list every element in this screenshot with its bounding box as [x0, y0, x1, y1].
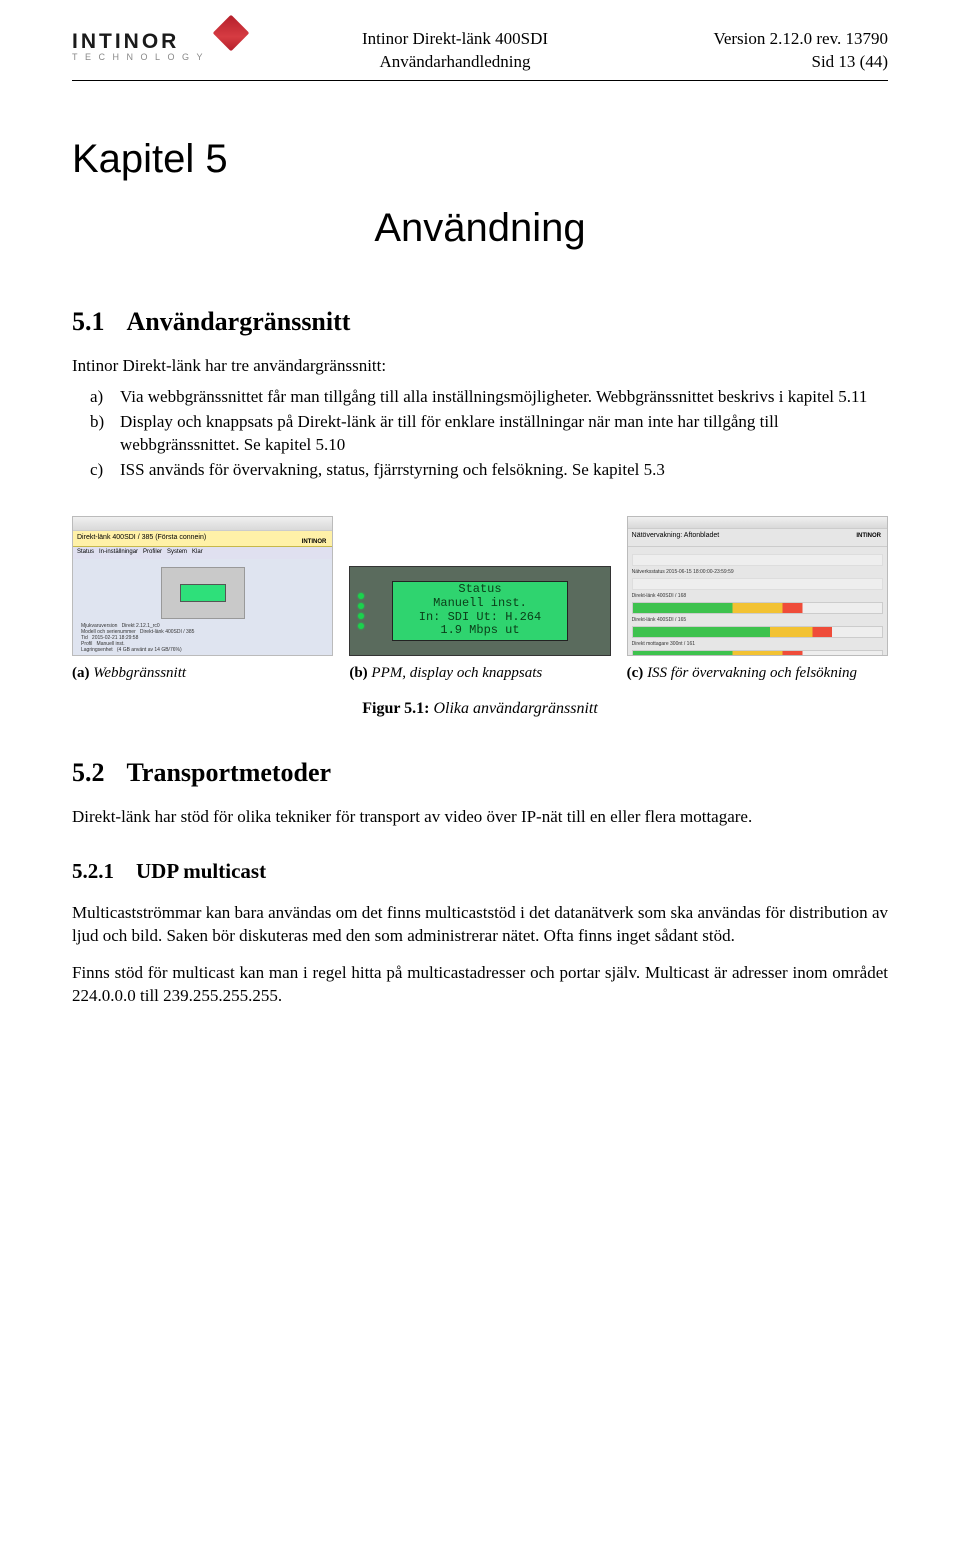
- section-5-2-heading: 5.2 Transportmetoder: [72, 758, 888, 788]
- doc-title: Intinor Direkt-länk 400SDI: [242, 28, 668, 51]
- figure-c-row-label: Nätverksstatus 2015-06-15 18:00:00-23:59…: [632, 569, 883, 575]
- list-item: b) Display och knappsats på Direkt-länk …: [90, 411, 888, 457]
- figure-a-banner: Direkt-länk 400SDI / 385 (Första connein…: [73, 531, 332, 547]
- figure-a-image: Direkt-länk 400SDI / 385 (Första connein…: [72, 516, 333, 656]
- figure-label: (a): [72, 665, 90, 681]
- figure-caption-text: ISS för övervakning och felsökning: [647, 665, 857, 681]
- section-5-1-list: a) Via webbgränssnittet får man tillgång…: [90, 386, 888, 482]
- figure-title: Olika användargränssnitt: [433, 700, 597, 717]
- lcd-line: 1.9 Mbps ut: [393, 624, 567, 638]
- lcd-line: Status: [393, 583, 567, 597]
- section-title: Användargränssnitt: [127, 307, 351, 337]
- section-5-2-1-para2: Finns stöd för multicast kan man i regel…: [72, 962, 888, 1008]
- figure-c-title: Nätövervakning: Aftonbladet: [628, 529, 887, 547]
- section-5-1-heading: 5.1 Användargränssnitt: [72, 307, 888, 337]
- list-item: c) ISS används för övervakning, status, …: [90, 459, 888, 482]
- figure-c: Nätövervakning: Aftonbladet INTINOR Nätv…: [627, 516, 888, 683]
- figure-b: Status Manuell inst. In: SDI Ut: H.264 1…: [349, 566, 610, 683]
- list-item: a) Via webbgränssnittet får man tillgång…: [90, 386, 888, 409]
- doc-version: Version 2.12.0 rev. 13790: [668, 28, 888, 51]
- figure-caption-text: Webbgränssnitt: [93, 665, 186, 681]
- figure-number: Figur 5.1:: [362, 700, 429, 717]
- list-marker: a): [90, 386, 112, 409]
- subsection-title: UDP multicast: [136, 859, 266, 884]
- figure-a: Direkt-länk 400SDI / 385 (Första connein…: [72, 516, 333, 683]
- figure-label: (b): [349, 665, 367, 681]
- header-center: Intinor Direkt-länk 400SDI Användarhandl…: [242, 28, 668, 74]
- brand-tagline: TECHNOLOGY: [72, 52, 210, 62]
- figure-caption-text: PPM, display och knappsats: [371, 665, 542, 681]
- led-icon: [358, 603, 364, 609]
- section-5-2-1-heading: 5.2.1 UDP multicast: [72, 859, 888, 884]
- section-number: 5.1: [72, 307, 105, 337]
- figure-c-caption: (c) ISS för övervakning och felsökning: [627, 664, 888, 683]
- figure-c-image: Nätövervakning: Aftonbladet INTINOR Nätv…: [627, 516, 888, 656]
- section-5-2-para: Direkt-länk har stöd för olika tekniker …: [72, 806, 888, 829]
- figure-5-1-caption: Figur 5.1: Olika användargränssnitt: [72, 700, 888, 718]
- chapter-title: Användning: [72, 206, 888, 251]
- lcd-line: Manuell inst.: [393, 597, 567, 611]
- doc-subtitle: Användarhandledning: [242, 51, 668, 74]
- figure-a-caption: (a) Webbgränssnitt: [72, 664, 333, 683]
- section-5-1-intro: Intinor Direkt-länk har tre användargrän…: [72, 355, 888, 378]
- led-icon: [358, 593, 364, 599]
- brand-name: INTINOR: [72, 30, 179, 54]
- figure-label: (c): [627, 665, 644, 681]
- led-icon: [358, 623, 364, 629]
- list-marker: b): [90, 411, 112, 457]
- header-right: Version 2.12.0 rev. 13790 Sid 13 (44): [668, 28, 888, 74]
- brand-logo: INTINOR TECHNOLOGY: [72, 28, 242, 74]
- header-rule: [72, 80, 888, 81]
- list-text: ISS används för övervakning, status, fjä…: [120, 459, 665, 482]
- chapter-label: Kapitel 5: [72, 137, 888, 182]
- figure-b-image: Status Manuell inst. In: SDI Ut: H.264 1…: [349, 566, 610, 656]
- figure-5-1: Direkt-länk 400SDI / 385 (Första connein…: [72, 516, 888, 683]
- device-lcd-screen: Status Manuell inst. In: SDI Ut: H.264 1…: [392, 581, 568, 641]
- list-text: Via webbgränssnittet får man tillgång ti…: [120, 386, 867, 409]
- doc-page: Sid 13 (44): [668, 51, 888, 74]
- section-title: Transportmetoder: [127, 758, 332, 788]
- section-5-2-1-para1: Multicastströmmar kan bara användas om d…: [72, 902, 888, 948]
- section-number: 5.2: [72, 758, 105, 788]
- lcd-line: In: SDI Ut: H.264: [393, 611, 567, 625]
- led-icon: [358, 613, 364, 619]
- list-marker: c): [90, 459, 112, 482]
- figure-b-caption: (b) PPM, display och knappsats: [349, 664, 610, 683]
- list-text: Display och knappsats på Direkt-länk är …: [120, 411, 888, 457]
- page-header: INTINOR TECHNOLOGY Intinor Direkt-länk 4…: [72, 28, 888, 80]
- subsection-number: 5.2.1: [72, 859, 114, 884]
